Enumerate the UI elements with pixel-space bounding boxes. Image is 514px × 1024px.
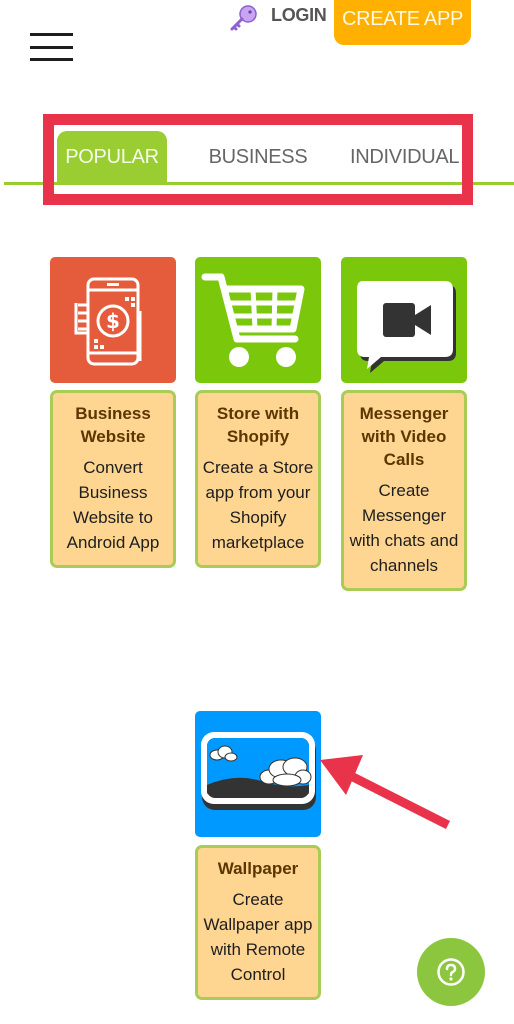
mobile-payment-icon: $ xyxy=(74,277,142,366)
app-tile-messenger[interactable] xyxy=(341,257,467,383)
help-button[interactable] xyxy=(417,938,485,1006)
key-icon[interactable] xyxy=(228,3,260,33)
annotation-arrow xyxy=(320,755,451,830)
category-tabs: POPULAR BUSINESS INDIVIDUAL xyxy=(57,131,460,184)
svg-text:$: $ xyxy=(106,309,120,333)
app-title: Business Website xyxy=(75,404,151,446)
hamburger-menu-icon[interactable] xyxy=(30,33,73,63)
app-card-messenger[interactable]: Messenger with Video Calls Create Messen… xyxy=(341,390,467,591)
create-app-button[interactable]: CREATE APP xyxy=(334,0,471,45)
app-title: Wallpaper xyxy=(217,859,299,878)
app-description: Create Wallpaper app with Remote Control xyxy=(203,890,313,984)
app-title: Messenger with Video Calls xyxy=(359,404,449,469)
video-chat-icon xyxy=(357,281,456,373)
app-card-business-website[interactable]: Business Website Convert Business Websit… xyxy=(50,390,176,568)
tab-popular[interactable]: POPULAR xyxy=(57,131,167,184)
app-tile-store-shopify[interactable] xyxy=(195,257,321,383)
app-description: Create a Store app from your Shopify mar… xyxy=(202,458,314,552)
app-description: Create Messenger with chats and channels xyxy=(349,481,459,575)
app-tile-business-website[interactable]: $ xyxy=(50,257,176,383)
tab-business[interactable]: BUSINESS xyxy=(202,131,314,184)
landscape-image-icon xyxy=(201,732,316,810)
app-card-store-shopify[interactable]: Store with Shopify Create a Store app fr… xyxy=(195,390,321,568)
shopping-cart-icon xyxy=(201,273,305,367)
help-question-icon xyxy=(437,958,465,986)
app-card-wallpaper[interactable]: Wallpaper Create Wallpaper app with Remo… xyxy=(195,845,321,1000)
tab-individual[interactable]: INDIVIDUAL xyxy=(350,131,460,184)
login-link[interactable]: LOGIN xyxy=(271,5,327,26)
app-description: Convert Business Website to Android App xyxy=(66,458,160,552)
app-tile-wallpaper[interactable] xyxy=(195,711,321,837)
app-title: Store with Shopify xyxy=(216,404,300,446)
